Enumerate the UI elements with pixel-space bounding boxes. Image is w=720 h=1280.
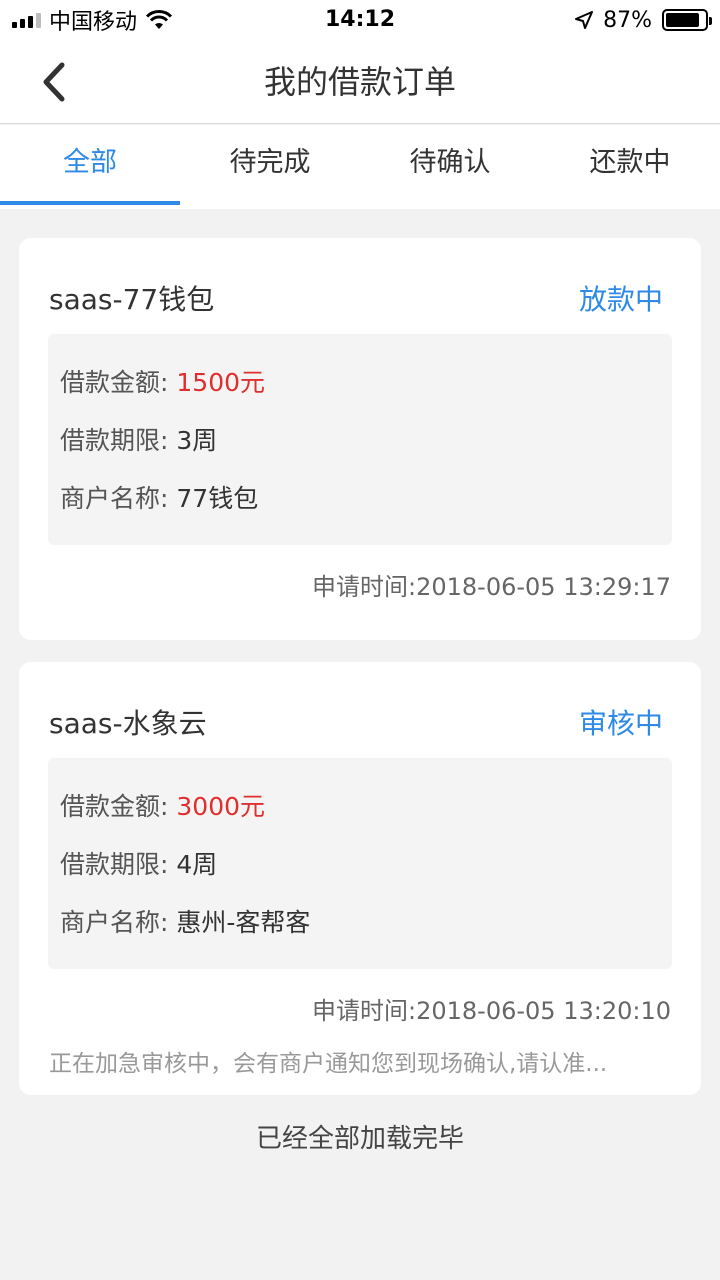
order-info-box: 借款金额: 3000元 借款期限: 4周 商户名称: 惠州-客帮客 (48, 758, 672, 969)
merchant-row: 商户名称: 77钱包 (60, 470, 660, 528)
order-info-box: 借款金额: 1500元 借款期限: 3周 商户名称: 77钱包 (48, 334, 672, 545)
order-name: saas-77钱包 (49, 283, 215, 316)
location-arrow-icon (575, 11, 594, 29)
term-label: 借款期限: (60, 426, 169, 455)
amount-value: 3000元 (176, 792, 266, 821)
term-value: 3周 (176, 426, 218, 455)
battery-percent: 87% (603, 7, 652, 33)
carrier-name: 中国移动 (49, 10, 138, 35)
term-label: 借款期限: (60, 850, 169, 879)
merchant-label: 商户名称: (60, 484, 169, 513)
wifi-icon (145, 10, 173, 29)
merchant-label: 商户名称: (60, 908, 169, 937)
amount-label: 借款金额: (60, 792, 169, 821)
order-notice: 正在加急审核中，会有商户通知您到现场确认,请认准... (49, 1051, 608, 1077)
order-tabs: 全部 待完成 待确认 还款中 (0, 125, 720, 209)
chevron-left-icon (43, 62, 65, 102)
apply-time: 申请时间:2018-06-05 13:29:17 (312, 573, 671, 601)
tab-all[interactable]: 全部 (0, 125, 180, 209)
status-bar: 中国移动 14:12 87% (0, 0, 720, 40)
merchant-value: 77钱包 (176, 484, 259, 513)
amount-row: 借款金额: 1500元 (60, 354, 660, 412)
term-row: 借款期限: 3周 (60, 412, 660, 470)
order-card[interactable]: saas-77钱包 放款中 借款金额: 1500元 借款期限: 3周 商户名称:… (19, 238, 701, 640)
amount-row: 借款金额: 3000元 (60, 778, 660, 836)
order-card[interactable]: saas-水象云 审核中 借款金额: 3000元 借款期限: 4周 商户名称: … (19, 662, 701, 1095)
status-right: 87% (575, 0, 712, 40)
tab-repaying[interactable]: 还款中 (540, 125, 720, 209)
order-name: saas-水象云 (49, 707, 207, 740)
battery-fill (666, 13, 700, 27)
merchant-value: 惠州-客帮客 (176, 908, 311, 937)
tab-pending[interactable]: 待完成 (180, 125, 360, 209)
order-status[interactable]: 放款中 (579, 278, 663, 318)
amount-value: 1500元 (176, 368, 266, 397)
back-button[interactable] (22, 40, 86, 124)
apply-time: 申请时间:2018-06-05 13:20:10 (312, 997, 671, 1025)
status-left: 中国移动 (12, 0, 173, 40)
page-title: 我的借款订单 (263, 63, 456, 101)
order-status[interactable]: 审核中 (579, 702, 663, 742)
merchant-row: 商户名称: 惠州-客帮客 (60, 894, 660, 952)
load-complete-text: 已经全部加载完毕 (255, 1124, 464, 1154)
term-value: 4周 (176, 850, 218, 879)
signal-icon (12, 12, 41, 28)
amount-label: 借款金额: (60, 368, 169, 397)
battery-icon (662, 9, 712, 31)
term-row: 借款期限: 4周 (60, 836, 660, 894)
tab-to-confirm[interactable]: 待确认 (360, 125, 540, 209)
nav-bar: 我的借款订单 (0, 40, 720, 124)
